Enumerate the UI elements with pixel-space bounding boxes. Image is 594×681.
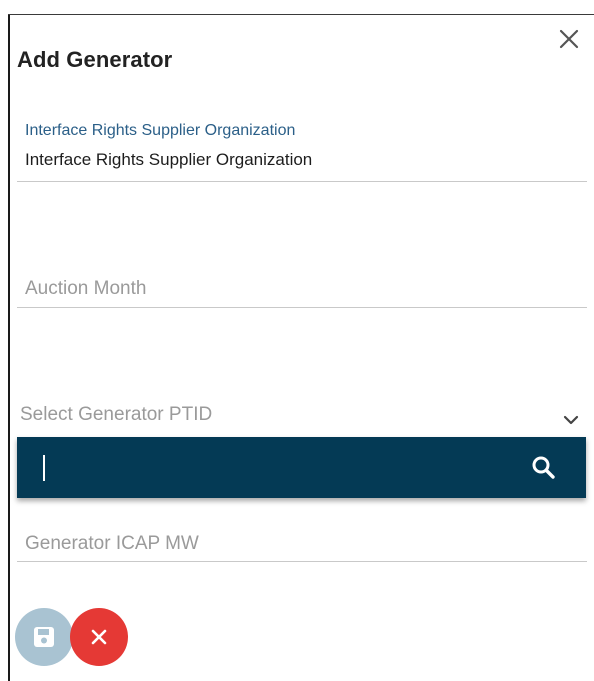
dialog-border-left — [8, 14, 10, 681]
auction-month-placeholder: Auction Month — [25, 278, 147, 299]
generator-icap-mw-field[interactable]: Generator ICAP MW — [17, 530, 587, 562]
organization-label: Interface Rights Supplier Organization — [25, 122, 296, 139]
close-button[interactable] — [556, 26, 582, 52]
ptid-search-bar[interactable] — [17, 437, 586, 498]
close-icon — [559, 29, 579, 49]
save-button[interactable] — [15, 608, 73, 666]
auction-month-underline — [17, 307, 587, 308]
generator-ptid-select[interactable]: Select Generator PTID — [17, 404, 587, 436]
save-icon — [34, 627, 54, 647]
generator-icap-mw-placeholder: Generator ICAP MW — [25, 533, 199, 554]
dialog-border-top — [8, 14, 594, 15]
organization-value: Interface Rights Supplier Organization — [25, 150, 313, 169]
chevron-down-icon[interactable] — [561, 410, 581, 430]
auction-month-field[interactable]: Auction Month — [17, 276, 587, 308]
cancel-button[interactable] — [70, 608, 128, 666]
search-icon[interactable] — [530, 454, 558, 482]
generator-icap-mw-underline — [17, 561, 587, 562]
organization-field: Interface Rights Supplier Organization I… — [17, 122, 587, 182]
search-input[interactable] — [43, 455, 45, 481]
generator-ptid-placeholder: Select Generator PTID — [20, 404, 213, 425]
dialog-title: Add Generator — [17, 47, 173, 72]
organization-underline — [17, 181, 587, 182]
close-icon — [91, 629, 107, 645]
add-generator-dialog: Add Generator Interface Rights Supplier … — [0, 0, 594, 681]
